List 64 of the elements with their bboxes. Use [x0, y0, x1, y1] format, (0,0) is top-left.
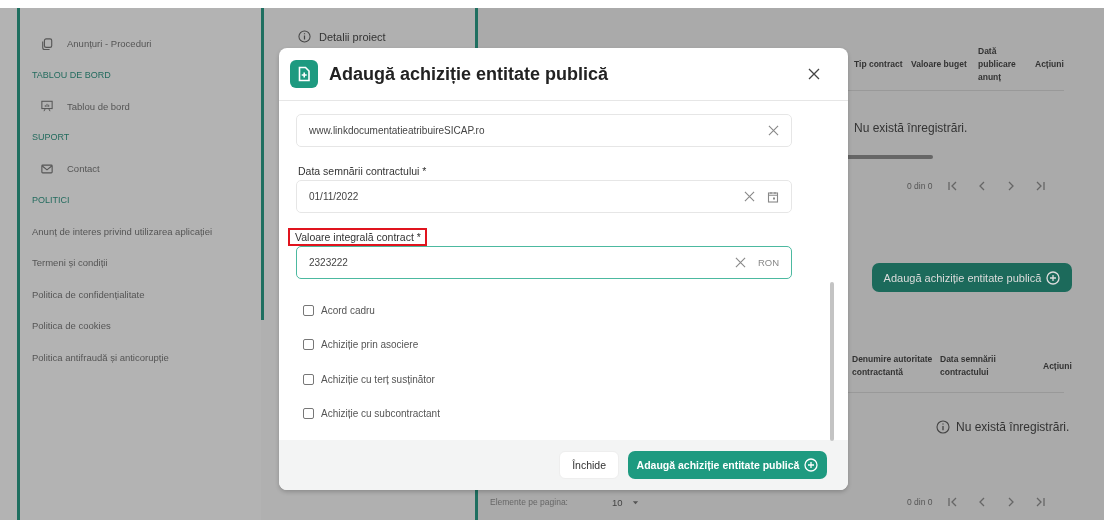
sidebar-item[interactable]: Contact: [32, 153, 261, 185]
document-icon: [41, 37, 53, 50]
close-button[interactable]: Închide: [559, 451, 619, 479]
first-page-icon[interactable]: [946, 180, 959, 192]
clear-icon[interactable]: [768, 125, 779, 136]
checkbox[interactable]: [303, 304, 314, 316]
checkbox-label: Achiziție prin asociere: [321, 339, 419, 351]
field-label: Valoare integrală contract *: [290, 230, 425, 244]
policy-link[interactable]: Anunț de interes privind utilizarea aplicației: [32, 215, 261, 247]
empty-message: Nu există înregistrări.: [854, 121, 969, 135]
calendar-icon[interactable]: [767, 190, 779, 203]
column-header: Valoare buget: [911, 58, 968, 71]
first-page-icon[interactable]: [946, 496, 959, 508]
info-icon: [298, 30, 311, 43]
column-header: Data semnării contractului: [940, 353, 997, 379]
sidebar-item-label: Contact: [67, 163, 100, 175]
checkbox-label: Achiziție cu terț susținător: [321, 373, 435, 385]
plus-circle-icon: [1046, 270, 1061, 285]
policy-link[interactable]: Termeni și condiții: [32, 247, 261, 279]
info-icon: [936, 420, 950, 434]
pagination-count: 0 din 0: [907, 497, 933, 507]
add-acquisition-button[interactable]: Adaugă achiziție entitate publică: [872, 263, 1072, 292]
project-details-tab[interactable]: Detalii proiect: [298, 30, 386, 43]
column-header: Acțiuni: [1035, 58, 1065, 71]
column-header: Dată publicare anunț: [978, 45, 1017, 84]
sidebar-heading: SUPORT: [32, 131, 71, 144]
checkbox-label: Achiziție cu subcontractant: [321, 408, 440, 420]
clear-icon[interactable]: [744, 191, 755, 202]
modal-title: Adaugă achiziție entitate publică: [329, 63, 610, 85]
presentation-icon: [41, 100, 53, 113]
field-label: Data semnării contractului *: [297, 164, 428, 178]
policy-link[interactable]: Politica antifraudă și anticorupție: [32, 341, 261, 373]
checkbox-label: Acord cadru: [321, 304, 375, 316]
sidebar-item[interactable]: Tablou de bord: [32, 90, 261, 122]
caret-icon: [631, 498, 639, 506]
policy-link[interactable]: Politica de confidențialitate: [32, 278, 261, 310]
sidebar-item-label: Tablou de bord: [67, 100, 130, 112]
envelope-icon: [41, 162, 53, 175]
items-per-page-label: Elemente pe pagina:: [490, 497, 569, 507]
column-header: Tip contract: [854, 58, 904, 71]
close-icon[interactable]: [808, 68, 820, 80]
column-header: Denumire autoritate contractantă: [852, 353, 934, 379]
sidebar-heading: TABLOU DE BORD: [32, 68, 112, 82]
items-per-page-dropdown[interactable]: 10: [612, 496, 907, 508]
scrollbar-thumb[interactable]: [830, 282, 834, 441]
plus-circle-icon: [804, 458, 819, 472]
tab-label: Detalii proiect: [319, 30, 386, 43]
currency-label: RON: [757, 257, 779, 268]
checkbox[interactable]: [303, 408, 314, 420]
input-field[interactable]: 01/11/2022: [296, 180, 792, 213]
sidebar-item[interactable]: Anunțuri - Proceduri: [32, 28, 261, 60]
clear-icon[interactable]: [734, 257, 746, 268]
sidebar-item-label: Anunțuri - Proceduri: [67, 38, 152, 50]
column-header: Acțiuni: [1043, 359, 1073, 373]
empty-message: Nu există înregistrări.: [956, 420, 1070, 434]
add-document-icon: [290, 60, 318, 88]
input-field[interactable]: www.linkdocumentatieatribuireSICAP.ro: [296, 114, 792, 147]
checkbox[interactable]: [303, 339, 314, 351]
policy-link[interactable]: Politica de cookies: [32, 310, 261, 342]
submit-button[interactable]: Adaugă achiziție entitate publică: [628, 451, 827, 479]
checkbox[interactable]: [303, 373, 314, 385]
pagination-count: 0 din 0: [907, 181, 933, 191]
sidebar-heading: POLITICI: [32, 193, 71, 207]
input-field[interactable]: 2323222 RON: [296, 246, 792, 279]
